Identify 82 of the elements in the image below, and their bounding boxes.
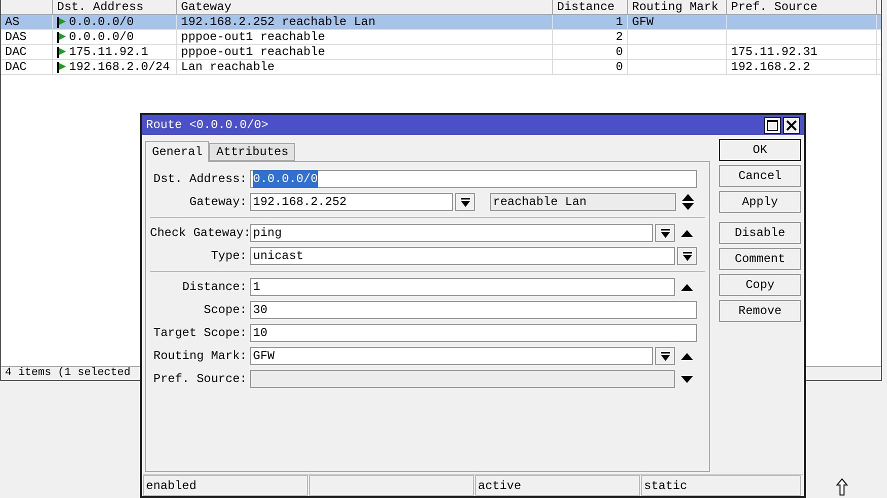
table-cell-text: GFW <box>632 14 654 31</box>
dialog-button[interactable]: Apply <box>719 191 801 213</box>
route-row[interactable]: AS 0.0.0.0/0 192.168.2.252 reachable Lan 1 GFW <box>1 15 881 30</box>
table-cell-text: pppoe-out1 reachable <box>181 29 326 46</box>
tab[interactable]: General <box>145 141 210 162</box>
table-cell-text: DAS <box>5 29 27 46</box>
table-cell-text: 175.11.92.1 <box>69 44 148 61</box>
close-button[interactable] <box>783 116 800 134</box>
maximize-button[interactable] <box>764 116 781 134</box>
column-header[interactable]: Routing Mark <box>628 0 727 14</box>
dialog-button[interactable]: OK <box>719 139 801 161</box>
route-row[interactable]: DAC 175.11.92.1 pppoe-out1 reachable 0 175.11.92.31 <box>1 45 881 60</box>
dropdown-button[interactable] <box>677 247 697 265</box>
input-field[interactable]: 0.0.0.0/0 <box>250 170 697 188</box>
flag-icon <box>57 62 66 72</box>
input-field[interactable]: 30 <box>250 301 697 319</box>
input-field[interactable]: unicast <box>250 247 675 265</box>
input-field[interactable]: 1 <box>250 278 675 296</box>
table-cell-text: 175.11.92.31 <box>731 44 818 61</box>
input-field[interactable]: 192.168.2.252 <box>250 193 453 211</box>
field-label: Target Scope: <box>152 325 248 342</box>
field-label: Type: <box>210 248 248 265</box>
table-cell-text: AS <box>5 14 20 31</box>
maximize-icon <box>767 120 778 130</box>
table-cell-text: DAC <box>5 59 27 76</box>
close-icon <box>786 120 797 130</box>
input-field[interactable]: ping <box>250 224 653 242</box>
flag-icon <box>57 16 66 28</box>
table-cell-text: 0 <box>616 44 623 61</box>
field-label: Routing Mark: <box>152 348 248 365</box>
field-label: Gateway: <box>188 194 248 211</box>
table-cell-text: Lan reachable <box>181 59 275 76</box>
route-row[interactable]: DAS 0.0.0.0/0 pppoe-out1 reachable 2 <box>1 30 881 45</box>
table-cell-text: 192.168.2.2 <box>731 59 810 76</box>
dropdown-button[interactable] <box>655 224 675 242</box>
dropdown-button[interactable] <box>455 193 475 211</box>
field-label: Check Gateway: <box>150 225 250 242</box>
table-cell-text: pppoe-out1 reachable <box>181 44 326 61</box>
table-cell-text: 192.168.2.0/24 <box>69 59 170 76</box>
expand-up-icon[interactable] <box>681 230 693 236</box>
expand-up-icon[interactable] <box>682 194 694 201</box>
column-header[interactable]: Pref. Source <box>727 0 877 14</box>
tab[interactable]: Attributes <box>209 143 296 161</box>
table-cell-text: 0 <box>616 59 623 76</box>
dropdown-arrow-icon <box>682 252 692 260</box>
dialog-button[interactable]: Remove <box>719 300 801 322</box>
table-cell-text: 192.168.2.252 reachable Lan <box>181 14 376 31</box>
dialog-button[interactable]: Copy <box>719 274 801 296</box>
cursor-icon <box>836 478 848 496</box>
item-count: 4 items (1 selected <box>4 368 132 379</box>
column-header[interactable]: Distance <box>553 0 628 14</box>
field-label: Scope: <box>202 302 248 319</box>
expand-up-icon[interactable] <box>681 352 693 360</box>
field-label: Distance: <box>181 279 248 296</box>
route-row[interactable]: DAC 192.168.2.0/24 Lan reachable 0 192.168.2.2 <box>1 60 881 75</box>
expand-down-icon[interactable] <box>682 203 694 210</box>
dropdown-arrow-icon <box>460 198 470 206</box>
dialog-button[interactable]: Comment <box>719 248 801 270</box>
dialog-button[interactable]: Disable <box>719 222 801 244</box>
status-text: active <box>478 478 522 494</box>
input-field[interactable]: GFW <box>250 347 653 365</box>
column-header[interactable]: Dst. Address <box>53 0 177 14</box>
table-cell-text: 1 <box>616 14 623 31</box>
table-cell-text: 0.0.0.0/0 <box>69 14 134 31</box>
input-field[interactable]: 10 <box>250 324 697 342</box>
dropdown-arrow-icon <box>660 228 670 238</box>
expand-up-icon[interactable] <box>681 284 693 290</box>
status-text: static <box>644 478 688 494</box>
flag-icon <box>57 46 66 58</box>
status-text: enabled <box>146 478 196 494</box>
dialog-title: Route <0.0.0.0/0> <box>146 117 268 134</box>
dropdown-arrow-icon <box>660 352 670 360</box>
status-field: reachable Lan <box>490 193 676 211</box>
field-label: Pref. Source: <box>152 371 248 388</box>
table-cell-text: 2 <box>616 29 623 46</box>
field-label: Dst. Address: <box>152 171 248 188</box>
flag-icon <box>57 32 66 42</box>
dialog-button[interactable]: Cancel <box>719 165 801 187</box>
dropdown-button[interactable] <box>655 347 675 365</box>
table-cell-text: 0.0.0.0/0 <box>69 29 134 46</box>
table-cell-text: DAC <box>5 44 27 61</box>
column-header[interactable]: Gateway <box>177 0 553 14</box>
